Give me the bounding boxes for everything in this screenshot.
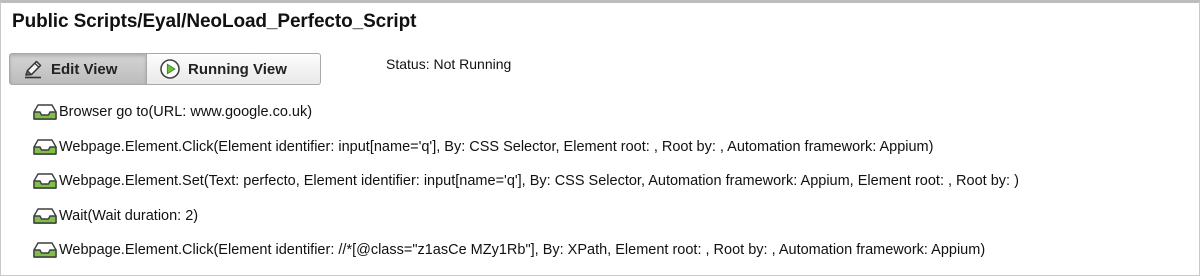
step-label: Wait(Wait duration: 2)	[59, 207, 199, 224]
step-item[interactable]: Browser go to(URL: www.google.co.uk)	[32, 101, 1019, 123]
pencil-icon	[22, 58, 44, 80]
page-title: Public Scripts/Eyal/NeoLoad_Perfecto_Scr…	[12, 11, 417, 32]
tray-icon	[33, 104, 57, 120]
step-label: Webpage.Element.Click(Element identifier…	[59, 242, 986, 258]
step-item[interactable]: Webpage.Element.Click(Element identifier…	[32, 239, 1019, 261]
step-label: Browser go to(URL: www.google.co.uk)	[59, 104, 313, 120]
step-item[interactable]: Webpage.Element.Click(Element identifier…	[32, 136, 1019, 158]
step-list: Browser go to(URL: www.google.co.uk) Web…	[32, 101, 1019, 274]
tray-icon	[33, 138, 57, 155]
view-toggle: Edit View Running View	[9, 53, 321, 85]
step-label: Webpage.Element.Click(Element identifier…	[59, 138, 934, 155]
play-icon	[159, 58, 181, 80]
edit-view-label: Edit View	[51, 60, 118, 78]
step-item[interactable]: Webpage.Element.Set(Text: perfecto, Elem…	[32, 170, 1019, 192]
running-view-label: Running View	[188, 60, 287, 78]
step-item[interactable]: Wait(Wait duration: 2)	[32, 205, 1019, 227]
status-text: Status: Not Running	[386, 56, 512, 72]
script-panel: Public Scripts/Eyal/NeoLoad_Perfecto_Scr…	[0, 0, 1200, 276]
step-label: Webpage.Element.Set(Text: perfecto, Elem…	[59, 173, 1019, 189]
tray-icon	[33, 207, 57, 224]
tray-icon	[33, 242, 57, 258]
running-view-button[interactable]: Running View	[147, 53, 321, 85]
edit-view-button[interactable]: Edit View	[9, 53, 147, 85]
tray-icon	[33, 173, 57, 189]
